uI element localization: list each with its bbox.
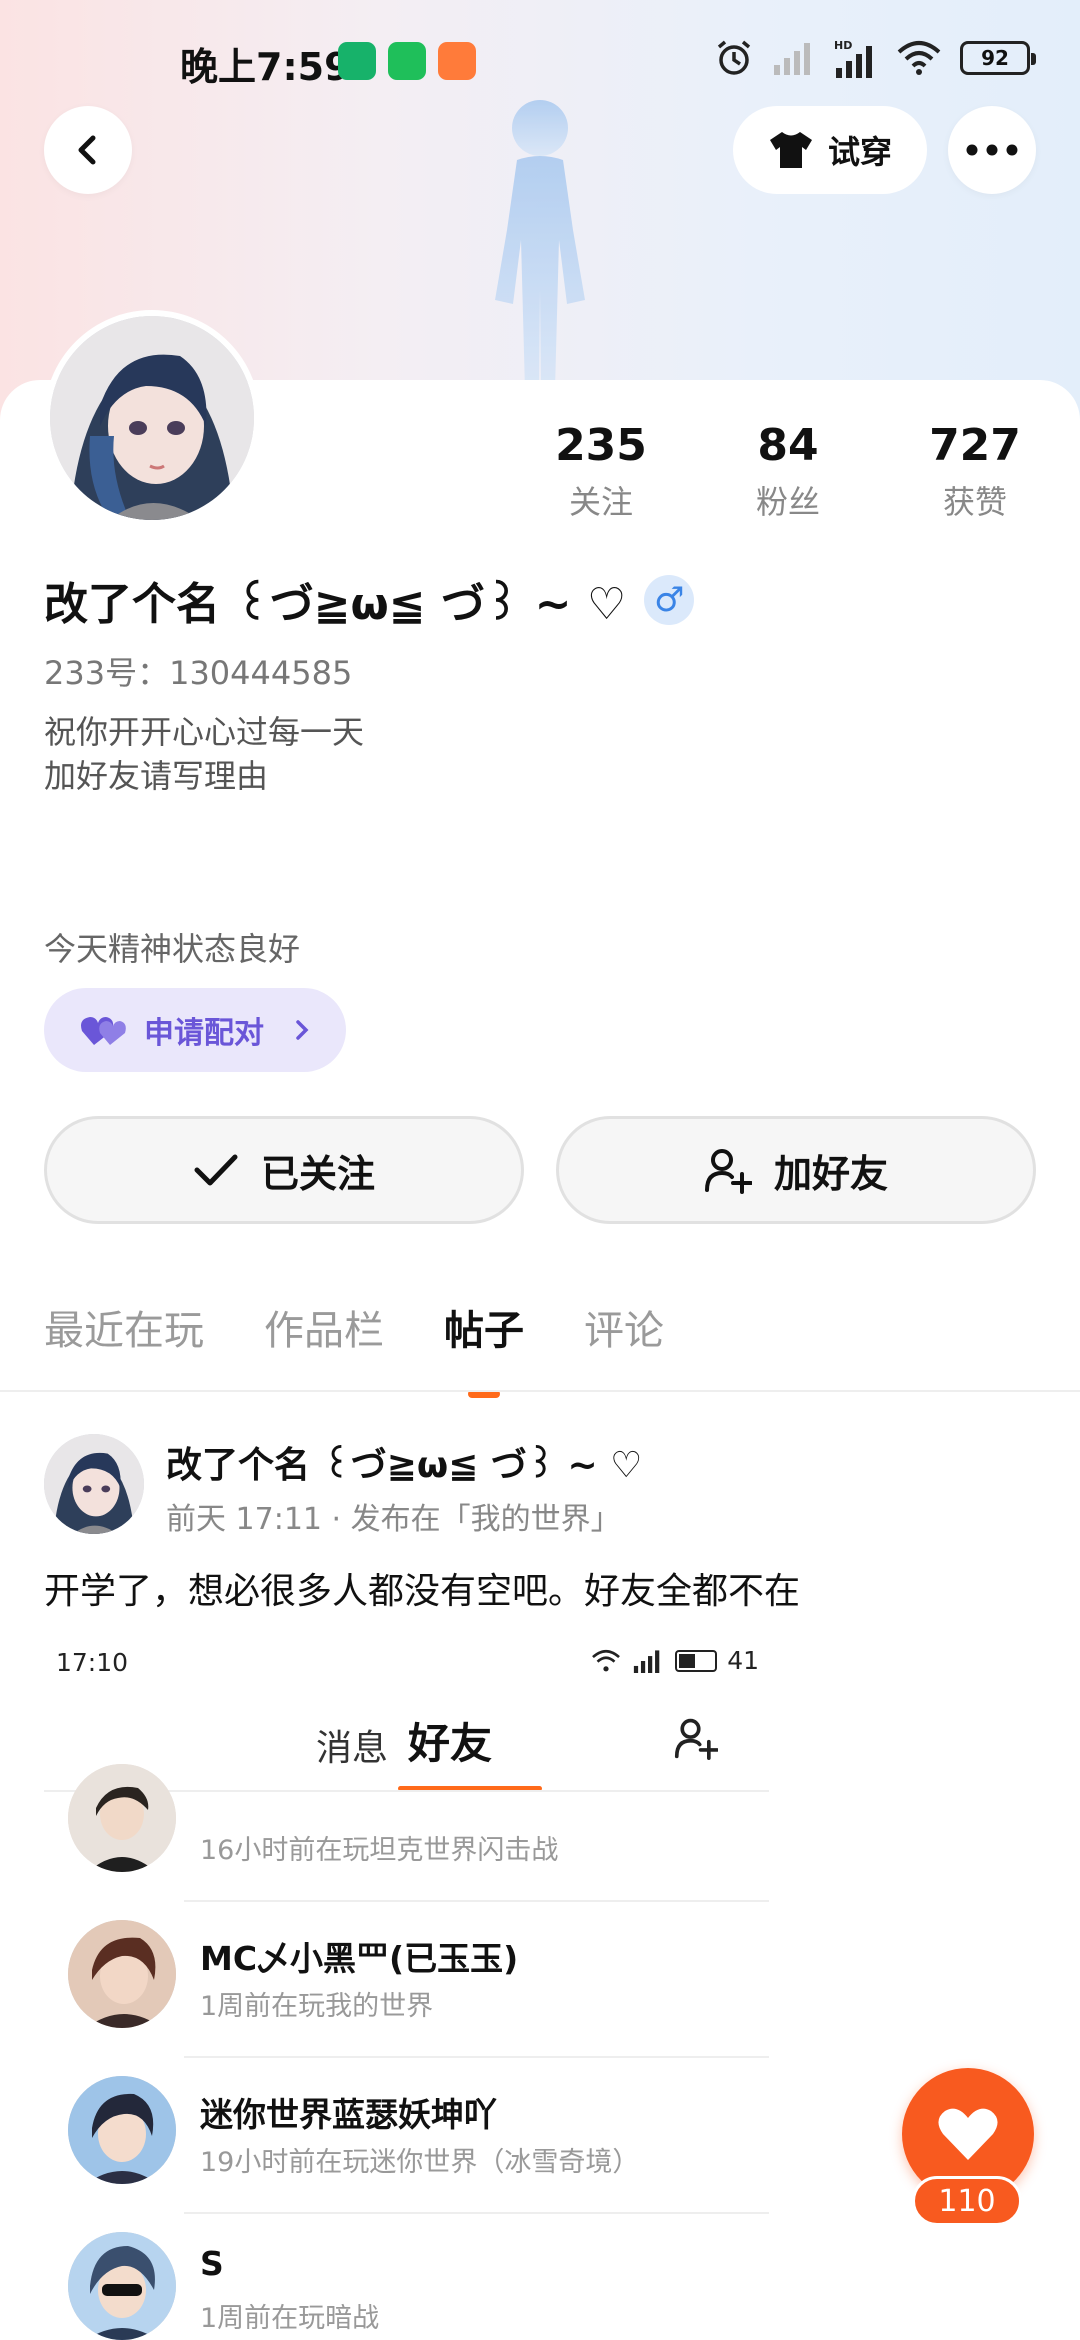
post-author-name[interactable]: 改了个名 ꒰づ≧ω≦ づ꒱ ~ ♡ (166, 1436, 642, 1488)
tshirt-icon (769, 132, 812, 168)
double-heart-icon (81, 1017, 126, 1045)
mood-status: 今天精神状态良好 (44, 930, 301, 968)
profile-tabs: 最近在玩 作品栏 帖子 评论 (44, 1298, 664, 1398)
chevron-left-icon (78, 135, 96, 165)
add-friend-button[interactable]: 加好友 (556, 1116, 1036, 1224)
friend-status: 19小时前在玩迷你世界（冰雪奇境） (200, 2147, 640, 2178)
profile-username: 改了个名 ꒰づ≧ω≦ づ꒱ ~ ♡ (44, 579, 627, 630)
tab-posts[interactable]: 帖子 (444, 1298, 524, 1398)
stat-fans[interactable]: 84 粉丝 (698, 420, 878, 523)
apply-pair-label: 申请配对 (144, 1016, 264, 1051)
profile-bio: 祝你开开心心过每一天 加好友请写理由 (44, 710, 364, 798)
back-button[interactable] (44, 106, 132, 194)
post-image-screenshot[interactable]: 17:10 41 消息 好友 16小时前在玩坦克世界闪击战 MC乄小黑罒(已玉玉… (44, 1640, 769, 2340)
friend-name: S (200, 2244, 224, 2283)
checkmark-icon (194, 1154, 238, 1186)
bio-line: 加好友请写理由 (44, 757, 269, 795)
friend-list-item: S 1周前在玩暗战 (44, 2214, 769, 2340)
friend-avatar (68, 1764, 176, 1872)
anime-girl-avatar-image (44, 1434, 144, 1534)
avatar-hologram-figure (495, 100, 585, 390)
chevron-right-icon (296, 1020, 309, 1040)
bio-line: 祝你开开心心过每一天 (44, 713, 365, 751)
anime-girl-avatar-image (50, 316, 254, 520)
likes-label: 获赞 (942, 483, 1007, 521)
followed-button[interactable]: 已关注 (44, 1116, 524, 1224)
post-text: 开学了，想必很多人都没有空吧。好友全都不在 (44, 1571, 801, 1612)
friend-avatar-image (68, 1764, 176, 1872)
svg-text:HD: HD (834, 39, 852, 52)
friend-status: 16小时前在玩坦克世界闪击战 (200, 1835, 559, 1866)
alarm-icon (717, 40, 751, 75)
friend-name: MC乄小黑罒(已玉玉) (200, 1939, 519, 1978)
stat-likes[interactable]: 727 获赞 (885, 420, 1065, 523)
male-gender-icon: ♂ (644, 575, 695, 625)
add-user-icon (704, 1149, 752, 1194)
stat-following[interactable]: 235 关注 (511, 420, 691, 523)
following-label: 关注 (568, 483, 633, 521)
friend-avatar-image (68, 2232, 176, 2340)
tab-recently-playing[interactable]: 最近在玩 (44, 1298, 204, 1356)
friend-avatar-image (68, 2076, 176, 2184)
fans-count: 84 (757, 420, 819, 471)
screenshot-battery: 41 (727, 1646, 759, 1675)
more-options-button[interactable] (948, 106, 1036, 194)
friend-status: 1周前在玩我的世界 (200, 1991, 434, 2022)
friend-avatar (68, 2076, 176, 2184)
more-dots-icon (966, 144, 1018, 156)
fans-label: 粉丝 (755, 483, 820, 521)
friend-avatar (68, 1920, 176, 2028)
battery-icon (675, 1649, 718, 1672)
heart-icon (938, 2108, 998, 2160)
try-on-button[interactable]: 试穿 (733, 106, 927, 194)
status-icons: HD 92 (714, 38, 1036, 78)
likes-count: 727 (929, 420, 1021, 471)
security-app-icon (338, 42, 376, 80)
friend-status: 1周前在玩暗战 (200, 2303, 380, 2334)
status-time: 晚上7:59 (180, 45, 351, 89)
tabs-divider (0, 1390, 1080, 1392)
profile-username-row: 改了个名 ꒰づ≧ω≦ づ꒱ ~ ♡ ♂ (44, 568, 695, 632)
user-id: 233号：130444585 (44, 654, 353, 692)
friend-list-item: 迷你世界蓝瑟妖坤吖 19小时前在玩迷你世界（冰雪奇境） (44, 2058, 769, 2214)
post-author-avatar[interactable] (44, 1434, 144, 1534)
signal-icon (774, 43, 810, 75)
hd-signal-icon: HD (834, 39, 872, 78)
friend-list-item: 16小时前在玩坦克世界闪击战 (44, 1746, 769, 1902)
wechat-icon (388, 42, 426, 80)
tab-comments[interactable]: 评论 (584, 1298, 664, 1356)
status-bar: 晚上7:59 HD 92 (0, 28, 1080, 98)
wifi-icon (897, 41, 941, 75)
friend-list-item: MC乄小黑罒(已玉玉) 1周前在玩我的世界 (44, 1902, 769, 2058)
shop-app-icon (438, 42, 476, 80)
screenshot-time: 17:10 (56, 1648, 129, 1677)
friend-avatar (68, 2232, 176, 2340)
friend-name: 迷你世界蓝瑟妖坤吖 (200, 2095, 497, 2134)
followed-label: 已关注 (260, 1151, 375, 1196)
tab-works[interactable]: 作品栏 (264, 1298, 384, 1356)
wifi-icon (592, 1649, 621, 1671)
friend-avatar-image (68, 1920, 176, 2028)
battery-indicator: 92 (960, 41, 1036, 75)
try-on-label: 试穿 (827, 133, 892, 171)
screenshot-status-icons: 41 (591, 1646, 759, 1675)
add-friend-label: 加好友 (773, 1151, 888, 1196)
like-count-badge: 110 (912, 2176, 1022, 2226)
profile-avatar[interactable] (44, 310, 260, 526)
following-count: 235 (555, 420, 647, 471)
post-meta: 前天 17:11 · 发布在「我的世界」 (166, 1502, 621, 1537)
signal-icon (634, 1649, 660, 1673)
apply-pair-button[interactable]: 申请配对 (44, 988, 346, 1072)
